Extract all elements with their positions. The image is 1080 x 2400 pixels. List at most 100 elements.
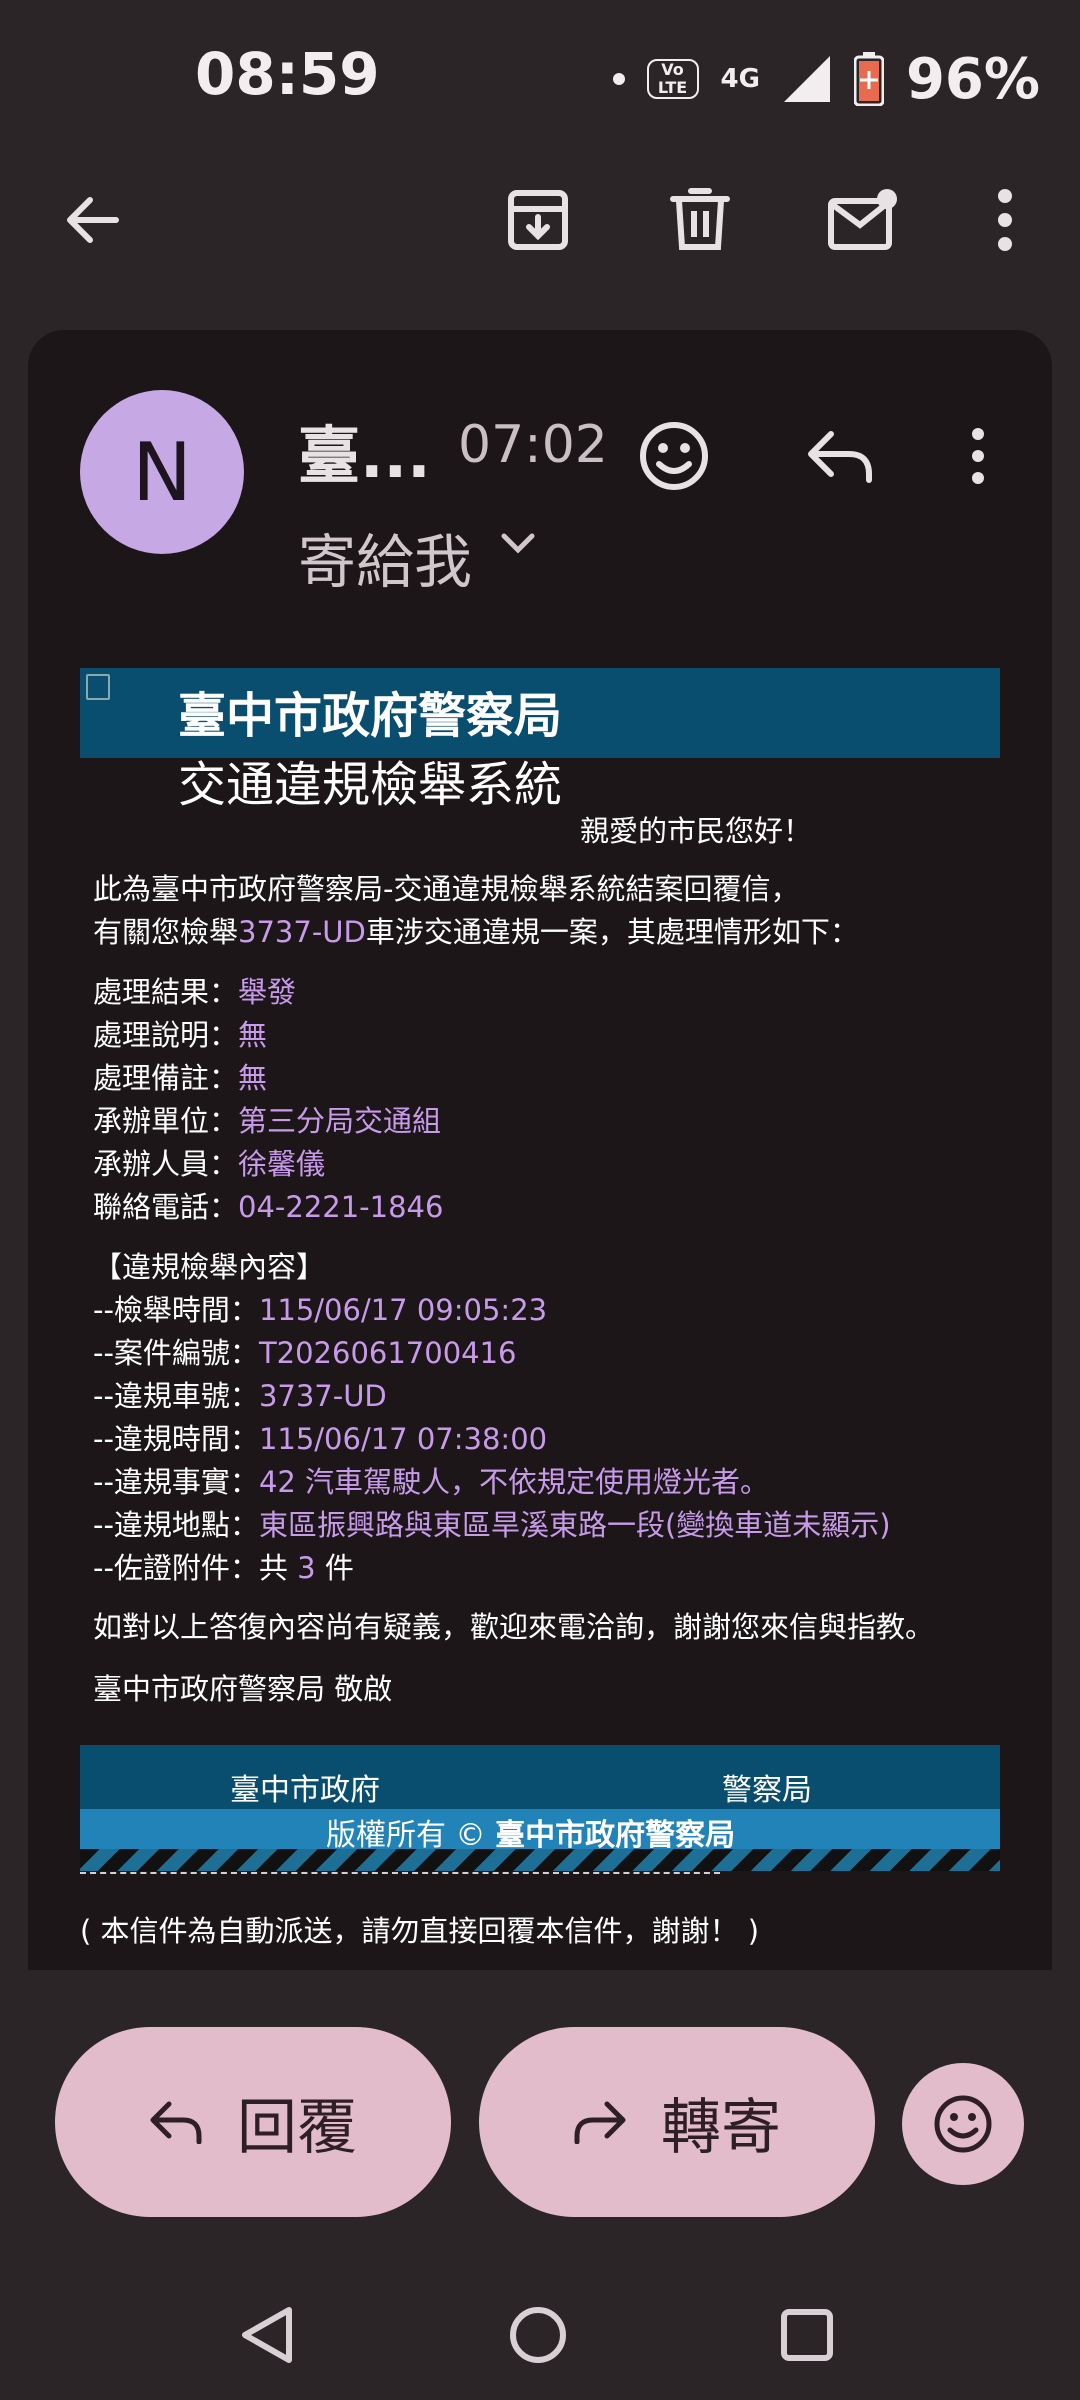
detail-value: 3737-UD	[258, 1379, 387, 1413]
signal-icon	[783, 56, 830, 102]
nav-back-button[interactable]	[232, 2300, 302, 2370]
battery-icon	[853, 52, 884, 106]
nav-home-button[interactable]	[503, 2300, 573, 2370]
field-label: 處理說明：	[93, 1018, 239, 1052]
chevron-down-icon	[501, 533, 535, 554]
divider	[80, 1872, 720, 1874]
emoji-icon	[934, 2095, 992, 2153]
square-recents-icon	[781, 2309, 833, 2361]
detail-value: 115/06/17 07:38:00	[258, 1422, 548, 1456]
field-label: 承辦單位：	[93, 1104, 239, 1138]
banner-subtitle: 交通違規檢舉系統	[178, 757, 563, 813]
detail-label: --違規地點：	[93, 1508, 259, 1542]
archive-button[interactable]	[498, 180, 578, 260]
field-row: 聯絡電話：04-2221-1846	[93, 1184, 443, 1226]
field-value: 無	[238, 1018, 268, 1052]
intro-line-1: 此為臺中市政府警察局-交通違規檢舉系統結案回覆信，	[93, 872, 800, 906]
copyright-text: 版權所有 © 臺中市政府警察局	[326, 1810, 735, 1854]
detail-label: 件	[315, 1551, 354, 1585]
reply-action-button[interactable]: 回覆	[55, 2027, 451, 2217]
recipient-details-toggle[interactable]	[500, 532, 536, 560]
more-vert-icon	[998, 189, 1012, 251]
back-button[interactable]	[52, 180, 132, 260]
arrow-back-icon	[67, 197, 119, 243]
battery-percent: 96%	[905, 46, 1040, 112]
field-row: 承辦人員：徐馨儀	[93, 1141, 325, 1183]
archive-icon	[508, 190, 568, 250]
field-value: 第三分局交通組	[238, 1104, 442, 1138]
detail-row: --違規車號：3737-UD	[93, 1373, 387, 1415]
sender-name[interactable]: 臺...	[298, 405, 431, 495]
avatar[interactable]: N	[80, 390, 244, 554]
field-value: 舉發	[238, 975, 297, 1009]
field-value: 徐馨儀	[238, 1147, 326, 1181]
forward-label: 轉寄	[661, 2092, 781, 2163]
field-label: 聯絡電話：	[93, 1190, 239, 1224]
field-row: 處理備註：無	[93, 1055, 267, 1097]
detail-row: --違規事實：42 汽車駕駛人，不依規定使用燈光者。	[93, 1459, 769, 1501]
auto-send-note: ( 本信件為自動派送，請勿直接回覆本信件，謝謝！ )	[80, 1914, 760, 1948]
broken-image-icon	[86, 674, 110, 700]
nav-recents-button[interactable]	[772, 2300, 842, 2370]
reply-icon	[808, 431, 872, 483]
recipient-label[interactable]: 寄給我	[298, 515, 472, 599]
add-reaction-button[interactable]	[632, 414, 716, 498]
detail-value: 115/06/17 09:05:23	[258, 1293, 548, 1327]
network-type: 4G	[720, 64, 760, 94]
intro-text: 有關您檢舉	[93, 915, 239, 949]
emoji-icon	[640, 422, 708, 490]
detail-row: --違規時間：115/06/17 07:38:00	[93, 1416, 547, 1458]
field-row: 承辦單位：第三分局交通組	[93, 1098, 441, 1140]
greeting: 親愛的市民您好！	[580, 814, 813, 848]
intro-line-2: 有關您檢舉3737-UD車涉交通違規一案，其處理情形如下：	[93, 909, 859, 951]
detail-label: --案件編號：	[93, 1336, 259, 1370]
detail-label: --佐證附件：共	[93, 1551, 298, 1585]
notification-dot-icon	[612, 73, 625, 85]
react-emoji-button[interactable]	[902, 2063, 1024, 2185]
footer-stripe	[80, 1849, 1000, 1871]
plate-link[interactable]: 3737-UD	[238, 915, 366, 949]
reply-icon	[150, 2101, 202, 2144]
footer-banner	[80, 1745, 1000, 1809]
copyright-org: 臺中市政府警察局	[495, 1818, 736, 1853]
phone-link[interactable]: 04-2221-1846	[238, 1190, 443, 1224]
footer-left-text: 臺中市政府	[230, 1773, 380, 1808]
detail-row: --檢舉時間：115/06/17 09:05:23	[93, 1287, 547, 1329]
section-title: 【違規檢舉內容】	[93, 1250, 326, 1284]
status-time: 08:59	[195, 40, 380, 108]
detail-label: --違規時間：	[93, 1422, 259, 1456]
field-label: 處理備註：	[93, 1061, 239, 1095]
closing-text: 如對以上答復內容尚有疑義，歡迎來電洽詢，謝謝您來信與指教。	[93, 1610, 935, 1644]
reply-button[interactable]	[798, 414, 882, 498]
detail-value: 42 汽車駕駛人，不依規定使用燈光者。	[258, 1465, 770, 1499]
field-label: 處理結果：	[93, 975, 239, 1009]
signature: 臺中市政府警察局 敬啟	[93, 1672, 393, 1706]
volte-icon: Vo LTE	[646, 59, 699, 99]
more-options-button[interactable]	[965, 180, 1045, 260]
detail-label: --檢舉時間：	[93, 1293, 259, 1327]
forward-icon	[574, 2101, 626, 2144]
intro-text: 車涉交通違規一案，其處理情形如下：	[365, 915, 859, 949]
forward-action-button[interactable]: 轉寄	[479, 2027, 875, 2217]
banner-title: 臺中市政府警察局	[178, 688, 563, 744]
field-row: 處理說明：無	[93, 1012, 267, 1054]
attachments-row: --佐證附件：共 3 件	[93, 1545, 354, 1587]
field-row: 處理結果：舉發	[93, 969, 296, 1011]
mark-unread-button[interactable]	[823, 180, 903, 260]
detail-value: 東區振興路與東區旱溪東路一段(變換車道未顯示)	[258, 1508, 891, 1542]
attachment-count: 3	[297, 1551, 316, 1585]
copyright-prefix: 版權所有 ©	[326, 1818, 496, 1853]
detail-row: --案件編號：T2026061700416	[93, 1330, 517, 1372]
field-label: 承辦人員：	[93, 1147, 239, 1181]
status-icons: Vo LTE 4G 96%	[612, 44, 1040, 114]
reply-label: 回覆	[237, 2092, 357, 2163]
detail-label: --違規事實：	[93, 1465, 259, 1499]
trash-icon	[670, 188, 730, 250]
triangle-back-icon	[242, 2307, 292, 2363]
detail-row: --違規地點：東區振興路與東區旱溪東路一段(變換車道未顯示)	[93, 1502, 891, 1544]
field-value: 無	[238, 1061, 268, 1095]
more-vert-icon	[972, 428, 984, 484]
message-more-button[interactable]	[936, 414, 1020, 498]
delete-button[interactable]	[660, 180, 740, 260]
circle-home-icon	[510, 2307, 566, 2363]
